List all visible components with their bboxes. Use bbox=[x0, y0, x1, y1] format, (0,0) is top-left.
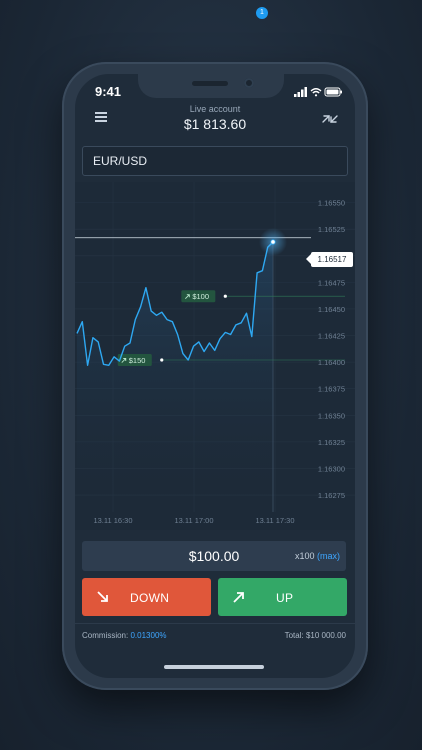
home-indicator[interactable] bbox=[164, 665, 264, 669]
arrow-down-right-icon bbox=[97, 591, 108, 602]
notch bbox=[138, 74, 284, 98]
signal-icon bbox=[294, 87, 307, 97]
y-tick-label: 1.16450 bbox=[318, 305, 345, 314]
trade-badge[interactable]: $100 bbox=[181, 290, 216, 303]
trade-badge[interactable]: $150 bbox=[117, 354, 152, 367]
y-tick-label: 1.16400 bbox=[318, 358, 345, 367]
down-button[interactable]: DOWN bbox=[82, 578, 211, 616]
speaker bbox=[192, 81, 228, 86]
y-tick-label: 1.16475 bbox=[318, 278, 345, 287]
asset-pair-label: EUR/USD bbox=[93, 154, 148, 168]
notification-badge: 1 bbox=[256, 7, 268, 19]
y-tick-label: 1.16525 bbox=[318, 225, 345, 234]
y-tick-label: 1.16325 bbox=[318, 438, 345, 447]
asset-selector[interactable]: EUR/USD bbox=[82, 146, 348, 176]
max-multiplier-link[interactable]: (max) bbox=[317, 551, 340, 561]
y-tick-label: 1.16375 bbox=[318, 385, 345, 394]
status-time: 9:41 bbox=[95, 84, 122, 99]
total-value: Total: $10 000.00 bbox=[284, 631, 346, 640]
account-header: Live account $1 813.60 bbox=[75, 98, 355, 140]
y-tick-label: 1.16350 bbox=[318, 411, 345, 420]
up-button-label: UP bbox=[276, 591, 294, 605]
commission-value: 0.01300% bbox=[130, 631, 167, 640]
price-chart[interactable]: $100$150 1.165501.165251.165001.164751.1… bbox=[75, 182, 355, 530]
y-tick-label: 1.16300 bbox=[318, 464, 345, 473]
deals-icon bbox=[322, 115, 338, 123]
trade-amount-input[interactable]: $100.00 x100 (max) bbox=[82, 541, 346, 571]
y-tick-label: 1.16425 bbox=[318, 332, 345, 341]
x-tick-label: 13.11 17:00 bbox=[174, 516, 213, 525]
footer-divider bbox=[75, 623, 355, 624]
x-tick-label: 13.11 16:30 bbox=[93, 516, 132, 525]
front-camera bbox=[244, 78, 254, 88]
down-button-label: DOWN bbox=[130, 591, 170, 605]
account-type-label: Live account bbox=[189, 104, 241, 114]
account-balance[interactable]: $1 813.60 bbox=[75, 116, 355, 132]
battery-icon bbox=[324, 87, 342, 97]
multiplier: x100 (max) bbox=[295, 551, 340, 561]
x-tick-label: 13.11 17:30 bbox=[255, 516, 294, 525]
trade-badge-amount: $100 bbox=[192, 292, 209, 301]
commission-label: Commission: bbox=[82, 631, 129, 640]
trade-entry-point bbox=[223, 294, 227, 298]
current-point bbox=[270, 239, 276, 245]
up-button[interactable]: UP bbox=[218, 578, 347, 616]
arrow-up-right-icon bbox=[233, 592, 244, 603]
status-icons bbox=[294, 87, 342, 97]
current-price-tag: 1.16517 bbox=[306, 252, 353, 267]
wifi-icon bbox=[310, 88, 322, 97]
deals-notification-button[interactable] bbox=[319, 108, 341, 130]
trade-badge-amount: $150 bbox=[129, 356, 146, 365]
trade-entry-point bbox=[160, 358, 164, 362]
y-tick-label: 1.16550 bbox=[318, 199, 345, 208]
multiplier-value[interactable]: x100 bbox=[295, 551, 315, 561]
commission-info: Commission: 0.01300% bbox=[82, 631, 167, 640]
y-tick-label: 1.16275 bbox=[318, 491, 345, 500]
